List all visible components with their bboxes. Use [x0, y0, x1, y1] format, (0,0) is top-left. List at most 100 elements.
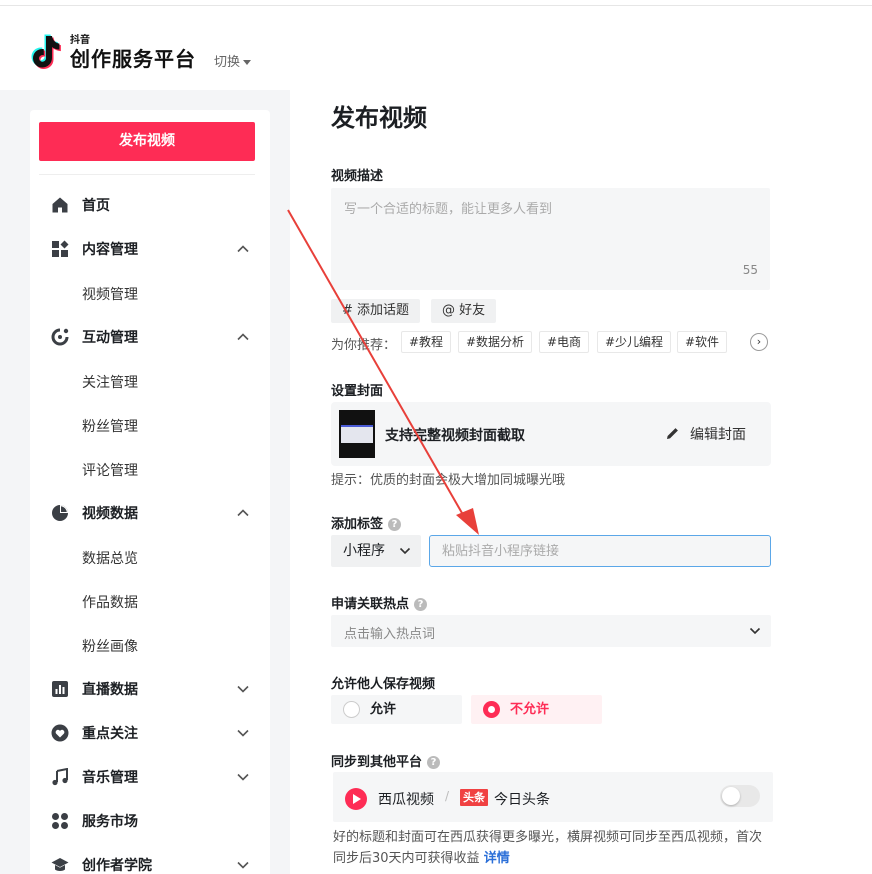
- home-icon: [52, 197, 68, 213]
- tag-type-select[interactable]: 小程序: [331, 535, 421, 567]
- allow-save-radio[interactable]: 允许: [331, 695, 462, 724]
- video-description-input[interactable]: 写一个合适的标题，能让更多人看到 55: [331, 188, 770, 290]
- hotspot-placeholder: 点击输入热点词: [344, 627, 436, 642]
- sidebar-item-live-data[interactable]: 直播数据: [30, 667, 270, 711]
- allow-save-label: 允许他人保存视频: [331, 677, 436, 692]
- sidebar-item-work-data[interactable]: 作品数据: [30, 579, 270, 623]
- cover-thumbnail[interactable]: [339, 410, 375, 458]
- chevron-down-icon: [237, 685, 249, 693]
- description-char-count: 55: [742, 263, 758, 277]
- hotspot-section: 申请关联热点?: [331, 593, 428, 612]
- set-cover-label: 设置封面: [331, 384, 384, 399]
- chevron-down-icon: [749, 627, 761, 635]
- sidebar-item-interaction-management[interactable]: 互动管理: [30, 315, 270, 359]
- sidebar-item-label: 视频数据: [82, 506, 138, 522]
- sidebar-item-service-market[interactable]: 服务市场: [30, 799, 270, 843]
- switch-label: 切换: [214, 55, 241, 70]
- graduation-cap-icon: [51, 858, 69, 871]
- help-icon[interactable]: ?: [414, 598, 428, 611]
- sync-desc-text: 好的标题和封面可在西瓜获得更多曝光，横屏视频可同步至西瓜视频，首次同步后30天内…: [333, 830, 763, 866]
- sidebar-item-home[interactable]: 首页: [30, 183, 270, 227]
- interaction-icon: [51, 328, 69, 346]
- toggle-knob: [722, 787, 740, 805]
- music-note-icon: [52, 768, 68, 786]
- sidebar-item-creator-academy[interactable]: 创作者学院: [30, 843, 270, 874]
- mention-friend-button[interactable]: @ 好友: [431, 299, 497, 323]
- sidebar-item-content-management[interactable]: 内容管理: [30, 227, 270, 271]
- mini-program-link-input[interactable]: [429, 535, 771, 567]
- sync-section: 同步到其他平台?: [331, 751, 441, 770]
- sidebar-item-label: 视频管理: [82, 287, 138, 303]
- thumbnail-screen: [341, 425, 373, 443]
- sidebar-item-video-data[interactable]: 视频数据: [30, 491, 270, 535]
- content-grid-icon: [52, 240, 69, 257]
- main-content: 发布视频 视频描述 写一个合适的标题，能让更多人看到 55 # 添加话题 @ 好…: [290, 90, 872, 874]
- sidebar-item-data-overview[interactable]: 数据总览: [30, 535, 270, 579]
- help-icon[interactable]: ?: [388, 518, 402, 531]
- edit-cover-label: 编辑封面: [690, 427, 746, 443]
- page-title: 发布视频: [331, 104, 427, 132]
- description-placeholder: 写一个合适的标题，能让更多人看到: [344, 202, 553, 217]
- pie-chart-icon: [52, 505, 68, 521]
- chevron-right-icon[interactable]: ›: [750, 333, 768, 351]
- sidebar-item-key-focus[interactable]: 重点关注: [30, 711, 270, 755]
- xigua-label: 西瓜视频: [378, 792, 434, 808]
- heart-icon: [51, 724, 69, 742]
- publish-video-button[interactable]: 发布视频: [39, 122, 255, 161]
- deny-save-radio[interactable]: 不允许: [471, 695, 602, 724]
- chevron-down-icon: [399, 547, 411, 555]
- tag-type-value: 小程序: [343, 543, 385, 559]
- douyin-logo-icon: [31, 34, 61, 69]
- platform-separator: /: [445, 789, 450, 803]
- radio-unchecked-icon: [343, 701, 360, 718]
- header: 抖音 创作服务平台 切换: [0, 6, 872, 90]
- sidebar-item-label: 粉丝画像: [82, 639, 138, 655]
- sidebar-item-label: 服务市场: [82, 814, 138, 830]
- brand-name: 创作服务平台: [70, 47, 196, 71]
- allow-label: 允许: [370, 702, 397, 717]
- sidebar-item-fans-portrait[interactable]: 粉丝画像: [30, 623, 270, 667]
- recommend-tag[interactable]: #少儿编程: [597, 331, 672, 353]
- cover-panel: 支持完整视频封面截取 编辑封面: [331, 402, 771, 466]
- recommend-tag[interactable]: #电商: [539, 331, 590, 353]
- hotspot-label: 申请关联热点: [331, 597, 410, 612]
- sidebar-item-fans-management[interactable]: 粉丝管理: [30, 403, 270, 447]
- help-icon[interactable]: ?: [427, 756, 441, 769]
- recommend-tag[interactable]: #软件: [677, 331, 728, 353]
- chevron-down-icon: [237, 861, 249, 869]
- toutiao-logo-icon: 头条: [460, 789, 488, 806]
- sidebar-item-label: 内容管理: [82, 242, 138, 258]
- edit-cover-button[interactable]: 编辑封面: [665, 424, 746, 444]
- hotspot-select[interactable]: 点击输入热点词: [331, 615, 771, 647]
- switch-platform-button[interactable]: 切换: [214, 51, 252, 70]
- chevron-up-icon: [237, 245, 249, 253]
- sidebar-item-music-management[interactable]: 音乐管理: [30, 755, 270, 799]
- sync-panel: 西瓜视频 / 头条 今日头条: [333, 772, 773, 822]
- sync-toggle[interactable]: [720, 785, 760, 807]
- sidebar-divider: [39, 174, 255, 175]
- cover-hint: 提示：优质的封面会极大增加同城曝光哦: [331, 473, 566, 488]
- sidebar-item-label: 直播数据: [82, 682, 138, 698]
- sidebar: 发布视频 首页 内容管理 视频管理 互动管理 关注管理 粉丝管理 评论管理 视频…: [30, 110, 270, 874]
- sidebar-item-video-management[interactable]: 视频管理: [30, 271, 270, 315]
- deny-label: 不允许: [510, 702, 550, 717]
- add-topic-button[interactable]: # 添加话题: [331, 299, 421, 323]
- recommend-label: 为你推荐：: [331, 338, 397, 353]
- chevron-down-icon: [237, 773, 249, 781]
- add-tag-section: 添加标签?: [331, 513, 402, 532]
- cover-support-text: 支持完整视频封面截取: [385, 428, 525, 444]
- add-tag-label: 添加标签: [331, 517, 384, 532]
- sidebar-item-comment-management[interactable]: 评论管理: [30, 447, 270, 491]
- details-link[interactable]: 详情: [484, 851, 510, 866]
- sidebar-item-follow-management[interactable]: 关注管理: [30, 359, 270, 403]
- caret-down-icon: [243, 60, 252, 65]
- recommend-tag[interactable]: #教程: [401, 331, 452, 353]
- pencil-icon: [667, 428, 678, 439]
- sync-description: 好的标题和封面可在西瓜获得更多曝光，横屏视频可同步至西瓜视频，首次同步后30天内…: [333, 827, 773, 869]
- chevron-up-icon: [237, 509, 249, 517]
- toutiao-label: 今日头条: [494, 792, 550, 808]
- recommend-tag[interactable]: #数据分析: [458, 331, 533, 353]
- sidebar-item-label: 创作者学院: [82, 858, 152, 874]
- chevron-down-icon: [237, 729, 249, 737]
- chevron-up-icon: [237, 333, 249, 341]
